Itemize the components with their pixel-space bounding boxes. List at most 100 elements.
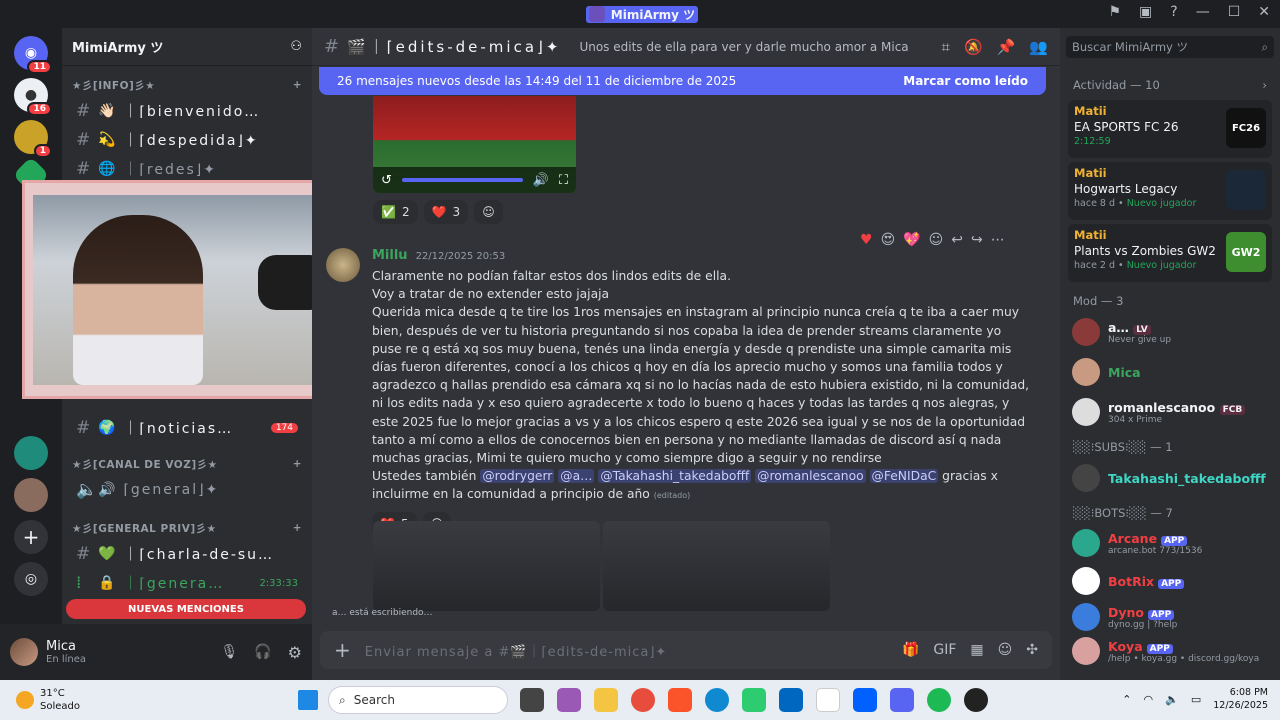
microphone-icon[interactable]: 🎙 [220, 644, 238, 660]
headphones-icon[interactable]: 🎧 [254, 644, 271, 660]
add-channel-icon[interactable]: + [293, 522, 302, 534]
channel-topic[interactable]: Unos edits de ella para ver y darle much… [579, 40, 908, 54]
webcam-overlay[interactable] [22, 180, 328, 399]
replay-icon[interactable]: ↺ [381, 173, 392, 188]
app-icon[interactable] [742, 688, 766, 712]
user-mention[interactable]: @rodrygerr [480, 469, 555, 484]
mute-icon[interactable]: 🔕 [964, 38, 983, 56]
channel-noticias[interactable]: # 🌍 ｜⌈noticias… 174 [70, 414, 304, 442]
avatar[interactable] [10, 638, 38, 666]
add-server-button[interactable]: + [14, 520, 48, 554]
pin-icon[interactable]: 📌 [997, 38, 1016, 56]
settings-gear-icon[interactable]: ⚙ [288, 643, 302, 662]
server-icon[interactable]: ● 16 [14, 78, 52, 116]
message-input[interactable]: Enviar mensaje a #🎬｜⌈edits-de-mica⌋✦ [365, 641, 888, 660]
emoji-icon[interactable]: ☺ [998, 642, 1013, 658]
add-attachment-icon[interactable]: + [334, 638, 351, 662]
member-item[interactable]: romanlescanoo FCB 304 x Prime [1060, 392, 1280, 432]
minimize-button[interactable]: — [1196, 4, 1210, 20]
threads-icon[interactable]: ⌗ [941, 38, 949, 56]
close-button[interactable]: ✕ [1258, 4, 1270, 20]
screen-icon[interactable]: ▣ [1139, 4, 1152, 20]
gif-icon[interactable]: GIF [933, 642, 956, 658]
add-reaction-button[interactable]: ☺ [474, 200, 503, 224]
video-progress-bar[interactable] [401, 178, 523, 182]
server-header[interactable]: MimiArmy ツ ⚇ [62, 28, 312, 66]
forward-icon[interactable]: ↪ [971, 232, 983, 248]
activity-card[interactable]: Matii Plants vs Zombies GW2 hace 2 d • N… [1068, 224, 1272, 282]
category-voz[interactable]: ★彡[CANAL DE VOZ]彡★ + [62, 453, 312, 475]
activity-card[interactable]: Matii EA SPORTS FC 26 2:12:59 FC26 [1068, 100, 1272, 158]
weather-widget[interactable]: 31°C Soleado [0, 687, 260, 713]
add-channel-icon[interactable]: + [293, 458, 302, 470]
channel-general-live[interactable]: ⁞ 🔒 ｜⌈genera… 2:33:33 [70, 569, 304, 597]
attachment-video[interactable] [603, 521, 830, 611]
sticker-icon[interactable]: ▦ [970, 642, 983, 658]
avatar[interactable] [326, 248, 360, 282]
mark-read-button[interactable]: Marcar como leído [903, 74, 1028, 88]
discover-button[interactable]: ◎ [14, 562, 48, 596]
add-reaction-icon[interactable]: ☺ [929, 232, 944, 248]
amazon-icon[interactable] [816, 688, 840, 712]
clock[interactable]: 6:08 PM 12/26/2025 [1213, 686, 1268, 712]
member-item[interactable]: Arcane APP arcane.bot 773/1536 [1060, 524, 1280, 562]
add-channel-icon[interactable]: + [293, 79, 302, 91]
heart-reaction-icon[interactable]: ♥ [860, 232, 873, 248]
server-icon[interactable] [14, 478, 48, 512]
gift-icon[interactable]: 🎁 [902, 642, 919, 658]
volume-icon[interactable]: 🔊 [533, 173, 549, 188]
member-item[interactable]: a… LV Never give up [1060, 312, 1280, 352]
member-item[interactable]: Dyno APP dyno.gg | ?help [1060, 600, 1280, 634]
user-mention[interactable]: @Takahashi_takedabofff [598, 469, 752, 484]
edge-icon[interactable] [705, 688, 729, 712]
attachment-video[interactable] [373, 521, 600, 611]
inbox-icon[interactable]: ⚑ [1108, 4, 1121, 20]
voice-channel-general[interactable]: 🔈 🔊 ⌈general⌋✦ [70, 476, 304, 504]
heart-gift-icon[interactable]: 💖 [903, 232, 920, 248]
user-mention[interactable]: @a… [558, 469, 595, 484]
store-icon[interactable] [779, 688, 803, 712]
member-item[interactable]: BotRix APP [1060, 562, 1280, 600]
spotify-icon[interactable] [927, 688, 951, 712]
user-mention[interactable]: @FeNIDaC [869, 469, 939, 484]
new-mentions-button[interactable]: NUEVAS MENCIONES [66, 599, 306, 619]
obs-icon[interactable] [964, 688, 988, 712]
member-item[interactable]: Koya APP/help • koya.gg • discord.gg/koya [1060, 634, 1280, 668]
task-view-icon[interactable] [520, 688, 544, 712]
message-author[interactable]: Millu [372, 248, 408, 263]
chevron-up-icon[interactable]: ⌃ [1122, 693, 1131, 706]
heart-eyes-icon[interactable]: 😍 [881, 232, 896, 248]
fullscreen-icon[interactable]: ⛶ [559, 173, 568, 188]
channel-despedida[interactable]: # 💫 ｜⌈despedida⌋✦ [70, 126, 304, 154]
member-item[interactable]: Takahashi_takedabofff [1060, 458, 1280, 498]
activity-card[interactable]: Matii Hogwarts Legacy hace 8 d • Nuevo j… [1068, 162, 1272, 220]
maximize-button[interactable]: ☐ [1228, 4, 1241, 20]
reaction-check[interactable]: ✅ 2 [373, 200, 418, 224]
member-item[interactable]: Mica [1060, 352, 1280, 392]
category-priv[interactable]: ★彡[GENERAL PRIV]彡★ + [62, 517, 312, 539]
brave-icon[interactable] [668, 688, 692, 712]
windows-start-icon[interactable] [298, 690, 318, 710]
activity-header[interactable]: Actividad — 10 › [1060, 74, 1280, 96]
reaction-heart[interactable]: ❤️ 3 [423, 200, 469, 224]
category-info[interactable]: ★彡[INFO]彡★ + [62, 74, 312, 96]
more-icon[interactable]: ⋯ [991, 232, 1005, 248]
user-mention[interactable]: @romanlescanoo [755, 469, 866, 484]
invite-icon[interactable]: ⚇ [290, 39, 302, 54]
channel-bienvenido[interactable]: # 👋🏻 ｜⌈bienvenido… [70, 97, 304, 125]
video-embed[interactable]: ↺ 🔊 ⛶ [373, 96, 576, 193]
channel-redes[interactable]: # 🌐 ｜⌈redes⌋✦ [70, 155, 304, 183]
server-icon[interactable] [14, 436, 48, 470]
copilot-icon[interactable] [557, 688, 581, 712]
discord-icon[interactable] [890, 688, 914, 712]
battery-icon[interactable]: ▭ [1191, 693, 1201, 706]
server-icon[interactable]: 1 [14, 120, 52, 158]
dropbox-icon[interactable] [853, 688, 877, 712]
members-icon[interactable]: 👥 [1029, 38, 1048, 56]
volume-icon[interactable]: 🔈 [1165, 693, 1179, 706]
wifi-icon[interactable]: ◠ [1144, 693, 1154, 706]
file-explorer-icon[interactable] [594, 688, 618, 712]
search-input[interactable]: Buscar MimiArmy ツ ⌕ [1066, 36, 1274, 58]
apps-icon[interactable]: ✣ [1026, 642, 1038, 658]
channel-charla[interactable]: # 💚 ｜⌈charla-de-su… [70, 540, 304, 568]
